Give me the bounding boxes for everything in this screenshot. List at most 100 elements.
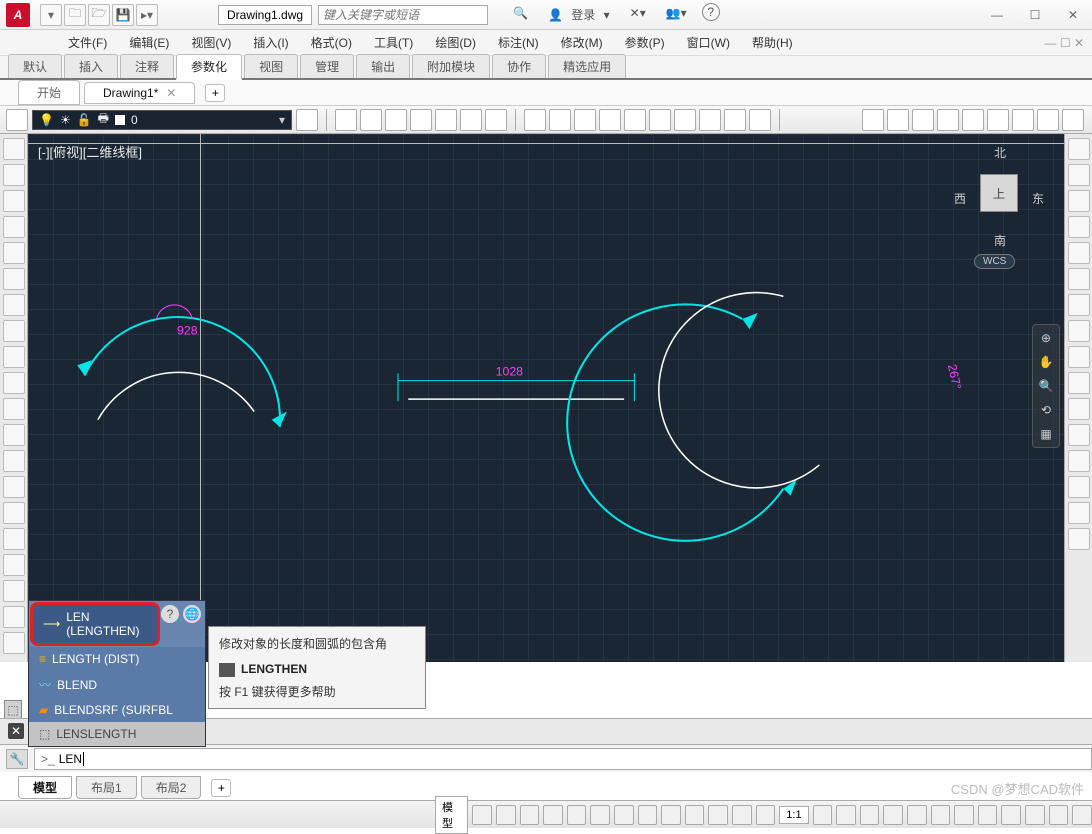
save-icon[interactable]: 💾: [112, 4, 134, 26]
q9-icon[interactable]: [724, 109, 746, 131]
p7-icon[interactable]: [485, 109, 507, 131]
p3-icon[interactable]: [385, 109, 407, 131]
extend-icon[interactable]: [3, 398, 25, 420]
s3-icon[interactable]: [732, 805, 752, 825]
cmd-close-icon[interactable]: ✕: [8, 723, 24, 739]
navigation-bar[interactable]: ⊕ ✋ 🔍 ⟲ ▦: [1032, 324, 1060, 448]
tab-layout1[interactable]: 布局1: [76, 776, 137, 799]
minimize-button[interactable]: —: [978, 1, 1016, 29]
otrack-toggle-icon[interactable]: [590, 805, 610, 825]
explode-icon[interactable]: [3, 632, 25, 654]
menu-help[interactable]: 帮助(H): [744, 30, 801, 55]
p5-icon[interactable]: [435, 109, 457, 131]
ortho-toggle-icon[interactable]: [520, 805, 540, 825]
pline-icon[interactable]: [3, 164, 25, 186]
scale-icon[interactable]: [3, 528, 25, 550]
r2-icon[interactable]: [887, 109, 909, 131]
open-icon[interactable]: 🗀: [64, 4, 86, 26]
ribtab-default[interactable]: 默认: [8, 54, 62, 78]
ac-help-icon[interactable]: ?: [161, 605, 179, 623]
app-logo[interactable]: A: [6, 3, 30, 27]
menu-draw[interactable]: 绘图(D): [427, 30, 484, 55]
ribtab-collab[interactable]: 协作: [492, 54, 546, 78]
ac-item-blendsrf[interactable]: ▰BLENDSRF (SURFBL: [29, 698, 205, 722]
r7-icon[interactable]: [1012, 109, 1034, 131]
fillet-icon[interactable]: [3, 424, 25, 446]
status-scale[interactable]: 1:1: [779, 806, 808, 824]
s7-icon[interactable]: [860, 805, 880, 825]
cycle-icon[interactable]: [661, 805, 681, 825]
p4-icon[interactable]: [410, 109, 432, 131]
lw-toggle-icon[interactable]: [614, 805, 634, 825]
hatch-icon[interactable]: [3, 294, 25, 316]
zoom-icon[interactable]: 🔍: [1039, 379, 1054, 393]
transp-toggle-icon[interactable]: [638, 805, 658, 825]
copy-icon[interactable]: [3, 580, 25, 602]
r5-icon[interactable]: [962, 109, 984, 131]
dim-radius-icon[interactable]: [1068, 242, 1090, 264]
dim-tol-icon[interactable]: [1068, 398, 1090, 420]
fullnav-icon[interactable]: ⊕: [1041, 331, 1051, 345]
ribtab-parametric[interactable]: 参数化: [176, 54, 242, 80]
dim-upd-icon[interactable]: [1068, 476, 1090, 498]
r1-icon[interactable]: [862, 109, 884, 131]
command-input[interactable]: >_ LEN: [34, 748, 1092, 770]
tab-model[interactable]: 模型: [18, 776, 72, 799]
r3-icon[interactable]: [912, 109, 934, 131]
menu-modify[interactable]: 修改(M): [553, 30, 611, 55]
q4-icon[interactable]: [599, 109, 621, 131]
erase-icon[interactable]: [3, 606, 25, 628]
ribtab-annotate[interactable]: 注释: [120, 54, 174, 78]
ribtab-view[interactable]: 视图: [244, 54, 298, 78]
tab-layout2[interactable]: 布局2: [141, 776, 202, 799]
s15-icon[interactable]: [1049, 805, 1069, 825]
search-icon[interactable]: 🔍: [508, 3, 533, 26]
polar-toggle-icon[interactable]: [543, 805, 563, 825]
array-icon[interactable]: [3, 450, 25, 472]
login-button[interactable]: 👤 登录 ▾: [543, 3, 615, 26]
snap-toggle-icon[interactable]: [496, 805, 516, 825]
s6-icon[interactable]: [836, 805, 856, 825]
dim-style-icon[interactable]: [1068, 450, 1090, 472]
q1-icon[interactable]: [524, 109, 546, 131]
open2-icon[interactable]: 🗁: [88, 4, 110, 26]
ac-globe-icon[interactable]: 🌐: [183, 605, 201, 623]
menu-format[interactable]: 格式(O): [303, 30, 360, 55]
dim-diameter-icon[interactable]: [1068, 268, 1090, 290]
osnap-toggle-icon[interactable]: [567, 805, 587, 825]
p6-icon[interactable]: [460, 109, 482, 131]
orbit-icon[interactable]: ⟲: [1041, 403, 1051, 417]
p2-icon[interactable]: [360, 109, 382, 131]
maximize-button[interactable]: ☐: [1016, 1, 1054, 29]
layerstates-icon[interactable]: [296, 109, 318, 131]
q8-icon[interactable]: [699, 109, 721, 131]
q5-icon[interactable]: [624, 109, 646, 131]
menu-view[interactable]: 视图(V): [183, 30, 239, 55]
menu-file[interactable]: 文件(F): [60, 30, 115, 55]
ribtab-output[interactable]: 输出: [356, 54, 410, 78]
stretch-icon[interactable]: [3, 554, 25, 576]
menu-param[interactable]: 参数(P): [617, 30, 673, 55]
ac-item-lengthen[interactable]: ⟶LEN (LENGTHEN): [30, 602, 160, 646]
wrench-icon[interactable]: 🔧: [6, 749, 28, 769]
dim-edit-icon[interactable]: [1068, 424, 1090, 446]
dim-arc-icon[interactable]: [1068, 216, 1090, 238]
dim-center-icon[interactable]: [1068, 372, 1090, 394]
dim-angular-icon[interactable]: [1068, 190, 1090, 212]
q2-icon[interactable]: [549, 109, 571, 131]
new-icon[interactable]: ▾: [40, 4, 62, 26]
r6-icon[interactable]: [987, 109, 1009, 131]
dim-linear-icon[interactable]: [1068, 138, 1090, 160]
offset-icon[interactable]: [3, 476, 25, 498]
dim-cont-icon[interactable]: [1068, 346, 1090, 368]
new-tab-button[interactable]: +: [205, 84, 225, 102]
s1-icon[interactable]: [685, 805, 705, 825]
close-button[interactable]: ✕: [1054, 1, 1092, 29]
showmotion-icon[interactable]: ▦: [1040, 427, 1051, 441]
s5-icon[interactable]: [813, 805, 833, 825]
q7-icon[interactable]: [674, 109, 696, 131]
rect-icon[interactable]: [3, 242, 25, 264]
view-cube[interactable]: 北 南 西 东 上 WCS: [954, 144, 1044, 274]
ac-item-lenslength[interactable]: ⬚LENSLENGTH: [29, 722, 205, 746]
more-icon[interactable]: ▸▾: [136, 4, 158, 26]
